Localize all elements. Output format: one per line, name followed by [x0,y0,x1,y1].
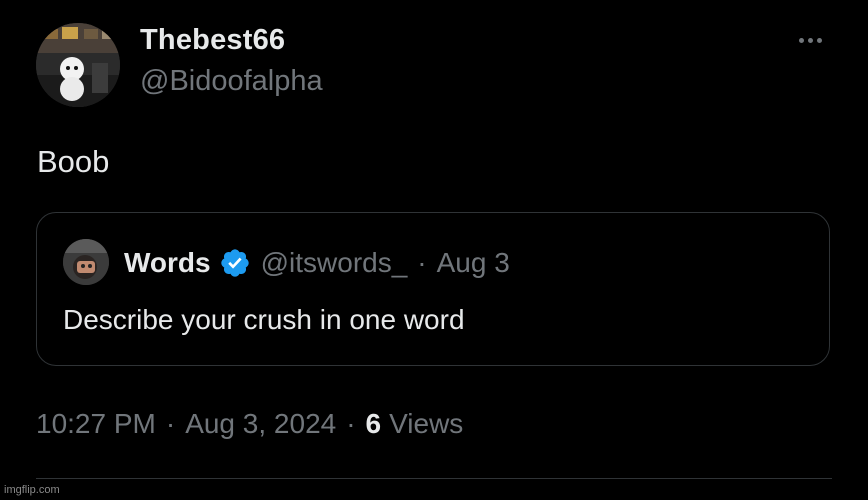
quoted-author-name[interactable]: Words [124,247,211,279]
views-count[interactable]: 6 [366,408,382,440]
separator-dot: · [417,247,427,278]
quoted-post-date[interactable]: Aug 3 [437,247,510,279]
more-options-button[interactable] [790,26,830,54]
post: Thebest66 @Bidoofalpha Boob Words @itswo… [0,0,868,500]
more-dot-icon [816,37,822,43]
more-dot-icon [807,37,813,43]
quoted-post[interactable]: Words @itswords_ · Aug 3 Describe your c… [36,212,830,366]
views-label[interactable]: Views [389,408,463,440]
avatar-image [36,23,120,107]
post-text: Boob [37,144,110,179]
post-date[interactable]: Aug 3, 2024 [185,408,336,440]
quoted-post-text: Describe your crush in one word [63,304,465,335]
separator-dot: · [346,408,356,439]
quoted-author-avatar[interactable] [63,239,109,285]
post-metadata: 10:27 PM · Aug 3, 2024 · 6 Views [36,406,463,442]
watermark: imgflip.com [4,484,60,496]
quoted-author-handle[interactable]: @itswords_ [261,247,408,279]
author-display-name[interactable]: Thebest66 [140,24,285,57]
divider [36,478,832,479]
author-avatar[interactable] [36,23,120,107]
more-dot-icon [798,37,804,43]
verified-badge-icon [220,249,249,277]
quoted-post-header: Words @itswords_ · Aug 3 [124,245,510,281]
separator-dot: · [165,408,176,439]
author-handle[interactable]: @Bidoofalpha [140,65,323,98]
quoted-avatar-image [63,239,109,285]
post-time[interactable]: 10:27 PM [36,408,156,440]
